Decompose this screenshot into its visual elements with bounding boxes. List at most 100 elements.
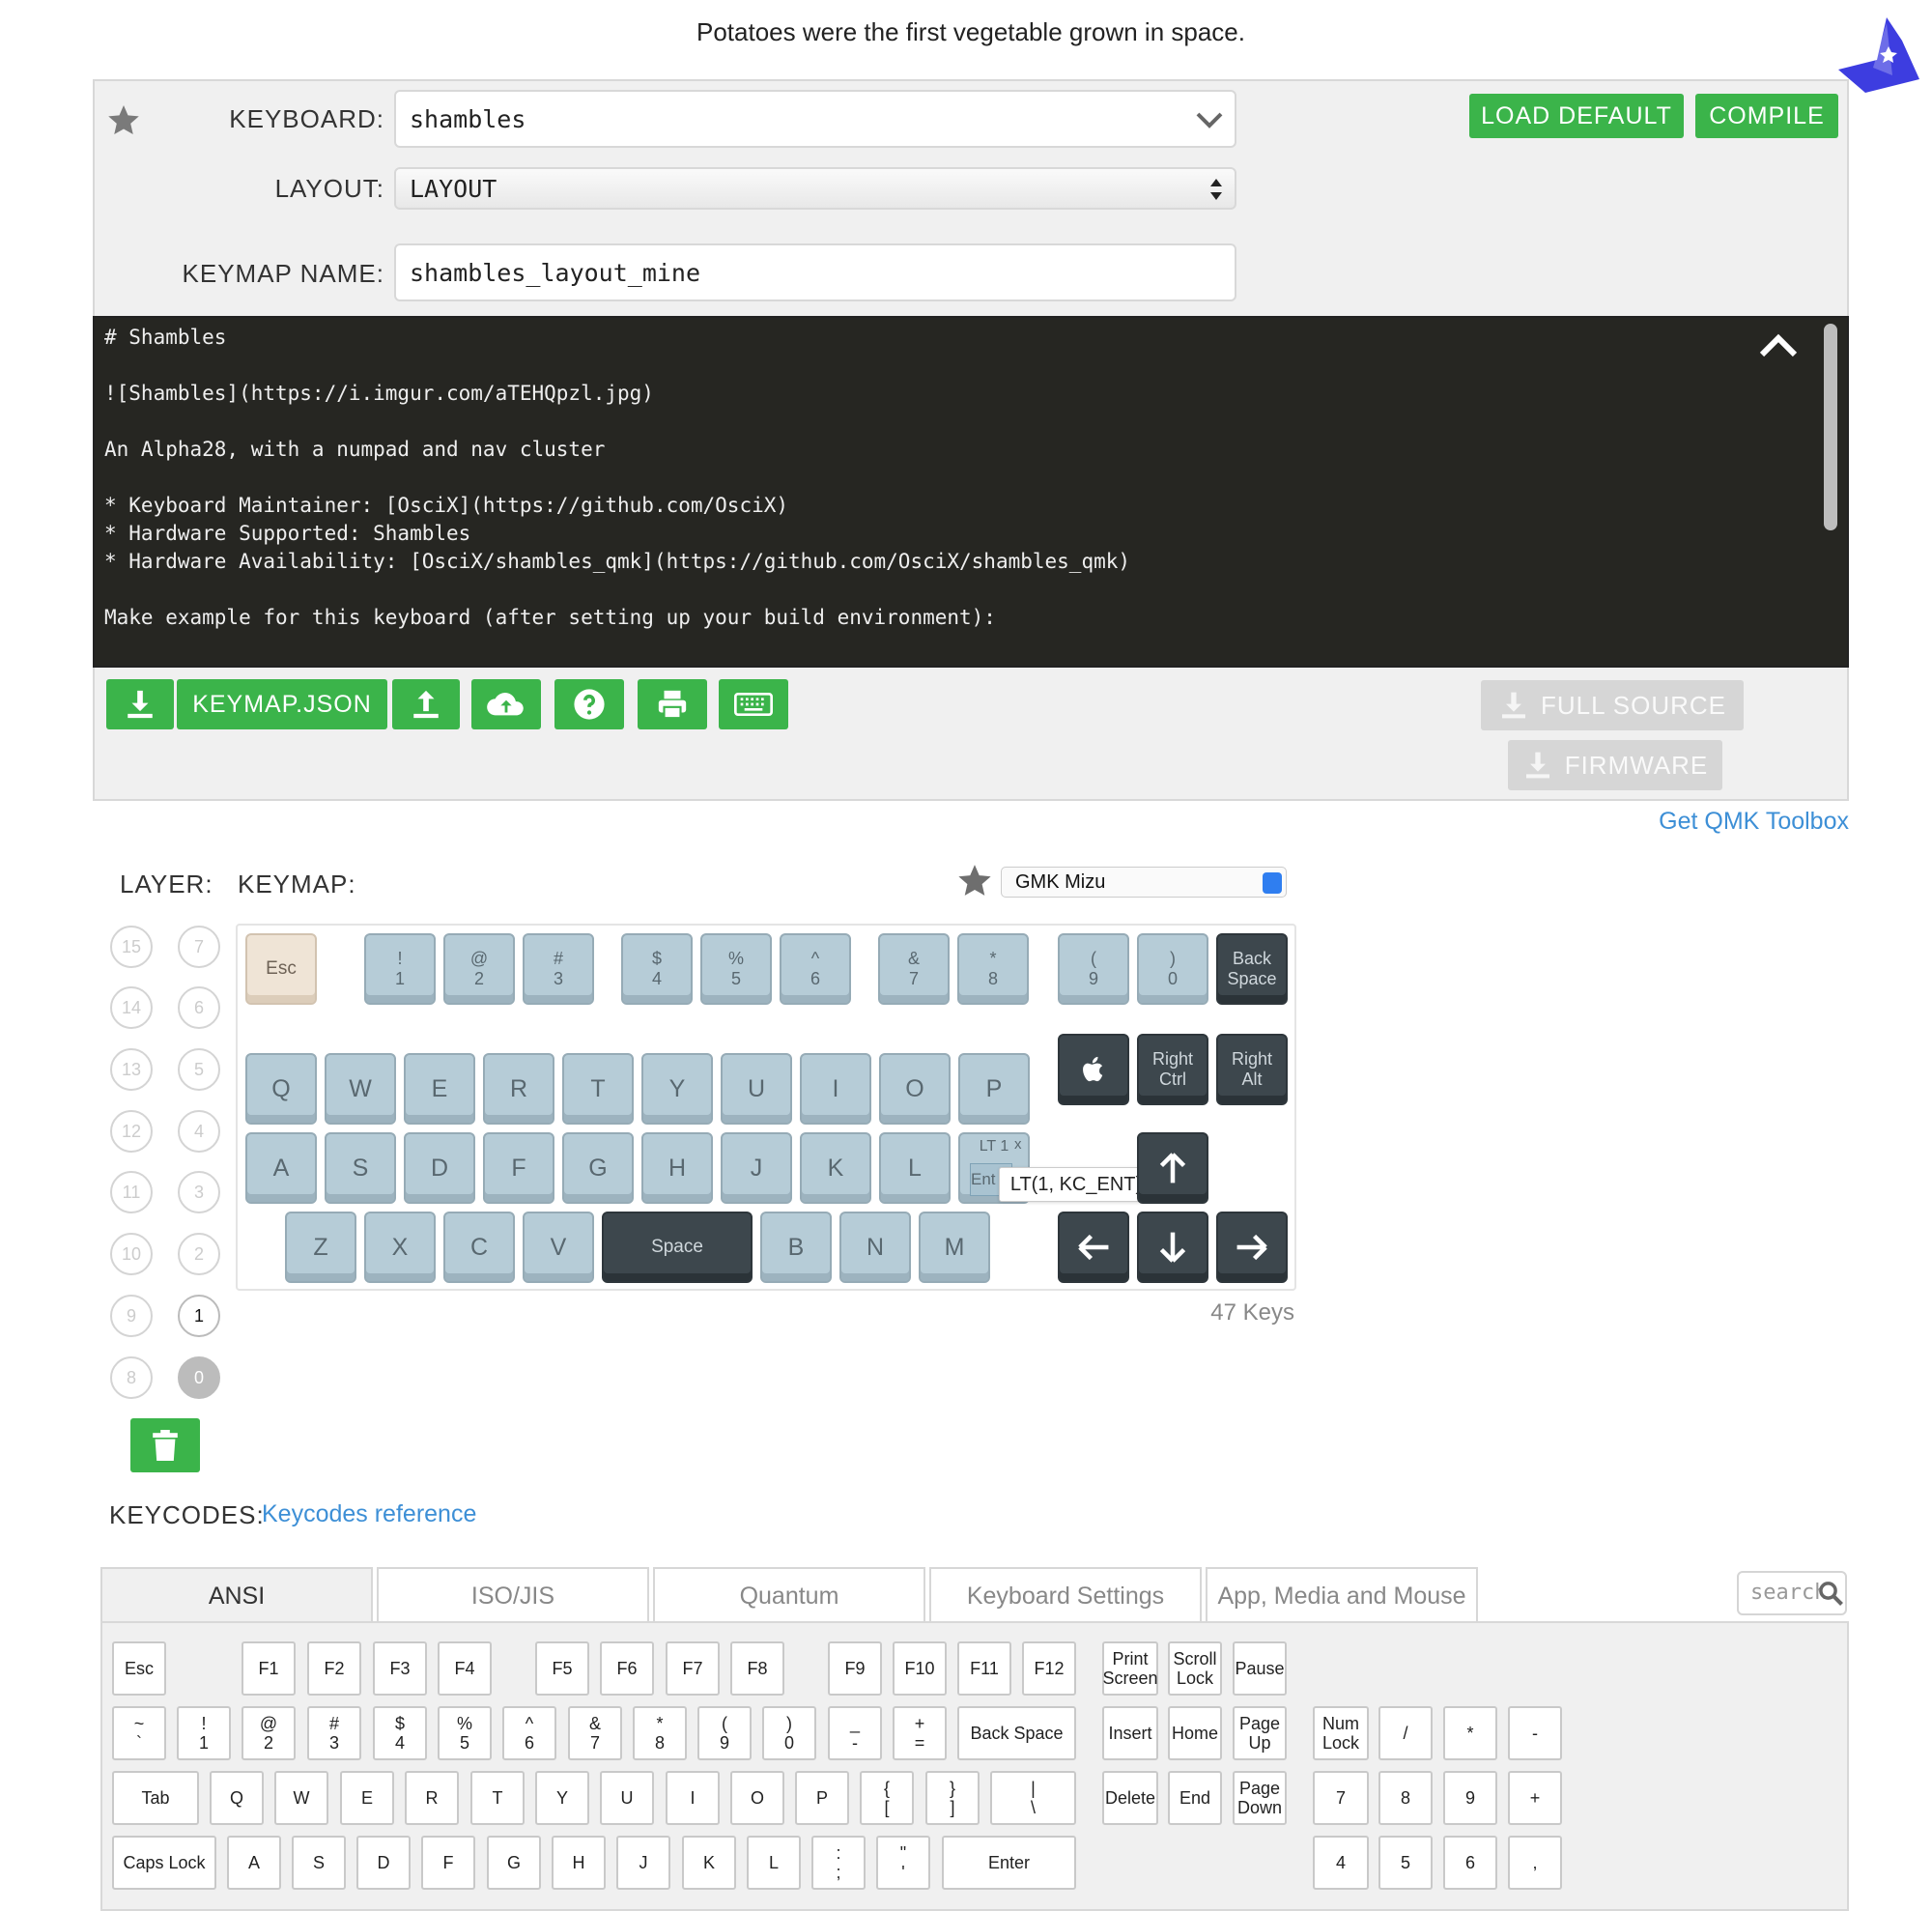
layer-button-2[interactable]: 2 — [178, 1233, 220, 1275]
key-f[interactable]: F — [483, 1132, 554, 1204]
key-gui[interactable] — [1058, 1034, 1129, 1105]
key-arrow-right[interactable] — [1216, 1212, 1288, 1283]
keycode-f4[interactable]: F4 — [438, 1641, 492, 1696]
key-right-ctrl[interactable]: Right Ctrl — [1137, 1034, 1208, 1105]
key-z[interactable]: Z — [285, 1212, 356, 1283]
layer-button-3[interactable]: 3 — [178, 1171, 220, 1213]
keycode-k[interactable]: K — [682, 1836, 736, 1890]
keycode-f2[interactable]: F2 — [307, 1641, 361, 1696]
layer-button-12[interactable]: 12 — [110, 1110, 153, 1153]
keycode-quote[interactable]: " ' — [876, 1836, 930, 1890]
upload-keymap-button[interactable] — [392, 679, 460, 729]
layer-button-14[interactable]: 14 — [110, 986, 153, 1029]
layer-button-9[interactable]: 9 — [110, 1295, 153, 1337]
keycode-3[interactable]: #3 — [307, 1706, 361, 1760]
key-o[interactable]: O — [879, 1053, 951, 1125]
key-t[interactable]: T — [562, 1053, 634, 1125]
key-d[interactable]: D — [404, 1132, 475, 1204]
keycode-kp-7[interactable]: 7 — [1313, 1771, 1369, 1825]
key-j[interactable]: J — [721, 1132, 792, 1204]
layer-button-6[interactable]: 6 — [178, 986, 220, 1029]
keycode-p[interactable]: P — [795, 1771, 849, 1825]
keycode-search-input[interactable]: search — [1737, 1571, 1847, 1615]
keycode-insert[interactable]: Insert — [1102, 1706, 1158, 1760]
layer-button-1[interactable]: 1 — [178, 1295, 220, 1337]
keycode-kp-8[interactable]: 8 — [1378, 1771, 1433, 1825]
tab-ansi[interactable]: ANSI — [100, 1567, 373, 1623]
keycode-7[interactable]: & 7 — [568, 1706, 622, 1760]
key-8[interactable]: * 8 — [957, 933, 1029, 1005]
keycode-kp-4[interactable]: 4 — [1313, 1836, 1369, 1890]
keycode-kp-comma[interactable]: , — [1508, 1836, 1562, 1890]
key-right-alt[interactable]: Right Alt — [1216, 1034, 1288, 1105]
tab-iso-jis[interactable]: ISO/JIS — [377, 1567, 649, 1623]
key-r[interactable]: R — [483, 1053, 554, 1125]
key-k[interactable]: K — [800, 1132, 871, 1204]
keycode-f1[interactable]: F1 — [242, 1641, 296, 1696]
key-q[interactable]: Q — [245, 1053, 317, 1125]
key-c[interactable]: C — [443, 1212, 515, 1283]
keycode-1[interactable]: ! 1 — [177, 1706, 231, 1760]
keycode-delete[interactable]: Delete — [1102, 1771, 1158, 1825]
keycode-i[interactable]: I — [666, 1771, 720, 1825]
keycode-print-screen[interactable]: Print Screen — [1102, 1641, 1158, 1696]
key-7[interactable]: & 7 — [878, 933, 950, 1005]
keymap-json-button[interactable]: KEYMAP.JSON — [177, 679, 387, 729]
keycode-f5[interactable]: F5 — [535, 1641, 589, 1696]
keycodes-reference-link[interactable]: Keycodes reference — [262, 1500, 476, 1528]
load-default-button[interactable]: LOAD DEFAULT — [1469, 94, 1684, 138]
keycode-kp-minus[interactable]: - — [1508, 1706, 1562, 1760]
print-button[interactable] — [638, 679, 707, 729]
keycode-tab[interactable]: Tab — [112, 1771, 199, 1825]
key-m[interactable]: M — [919, 1212, 990, 1283]
keycode-kp-9[interactable]: 9 — [1443, 1771, 1497, 1825]
key-b[interactable]: B — [760, 1212, 832, 1283]
keycode-o[interactable]: O — [730, 1771, 784, 1825]
keycode-left-bracket[interactable]: {[ — [860, 1771, 914, 1825]
key-4[interactable]: $4 — [621, 933, 693, 1005]
readme-scrollbar[interactable] — [1824, 324, 1837, 530]
keycode-caps-lock[interactable]: Caps Lock — [112, 1836, 216, 1890]
keycode-r[interactable]: R — [405, 1771, 459, 1825]
keycode-page-down[interactable]: Page Down — [1233, 1771, 1287, 1825]
key-v[interactable]: V — [523, 1212, 594, 1283]
layer-button-10[interactable]: 10 — [110, 1233, 153, 1275]
keycode-0[interactable]: ) 0 — [762, 1706, 816, 1760]
keycode-t[interactable]: T — [470, 1771, 525, 1825]
compile-button[interactable]: COMPILE — [1695, 94, 1838, 138]
layer-button-11[interactable]: 11 — [110, 1171, 153, 1213]
keycode-minus[interactable]: _ - — [828, 1706, 882, 1760]
layer-button-7[interactable]: 7 — [178, 926, 220, 968]
keycode-2[interactable]: @2 — [242, 1706, 296, 1760]
key-backspace[interactable]: Back Space — [1216, 933, 1288, 1005]
keycode-equal[interactable]: + = — [893, 1706, 947, 1760]
cloud-upload-button[interactable] — [471, 679, 541, 729]
clear-layer-button[interactable] — [130, 1418, 200, 1472]
keycode-l[interactable]: L — [747, 1836, 801, 1890]
key-a[interactable]: A — [245, 1132, 317, 1204]
layer-button-0[interactable]: 0 — [178, 1356, 220, 1399]
key-arrow-down[interactable] — [1137, 1212, 1208, 1283]
keycode-u[interactable]: U — [600, 1771, 654, 1825]
full-source-button[interactable]: FULL SOURCE — [1481, 680, 1744, 730]
keycode-num-lock[interactable]: Num Lock — [1313, 1706, 1369, 1760]
keycode-backspace[interactable]: Back Space — [957, 1706, 1076, 1760]
theme-select[interactable]: GMK Mizu — [1001, 867, 1287, 898]
key-9[interactable]: (9 — [1058, 933, 1129, 1005]
key-u[interactable]: U — [721, 1053, 792, 1125]
theme-favorite-star-icon[interactable] — [956, 862, 993, 898]
keycode-kp-5[interactable]: 5 — [1378, 1836, 1433, 1890]
key-y[interactable]: Y — [641, 1053, 713, 1125]
keycode-pause[interactable]: Pause — [1233, 1641, 1287, 1696]
keymap-name-input[interactable]: shambles_layout_mine — [394, 243, 1236, 301]
keycode-4[interactable]: $4 — [373, 1706, 427, 1760]
keycode-e[interactable]: E — [340, 1771, 394, 1825]
keycode-f9[interactable]: F9 — [828, 1641, 882, 1696]
key-s[interactable]: S — [325, 1132, 396, 1204]
key-6[interactable]: ^ 6 — [780, 933, 851, 1005]
tab-keyboard-settings[interactable]: Keyboard Settings — [929, 1567, 1202, 1623]
keycode-9[interactable]: (9 — [697, 1706, 752, 1760]
keycode-y[interactable]: Y — [535, 1771, 589, 1825]
key-p[interactable]: P — [958, 1053, 1030, 1125]
keycode-kp-plus[interactable]: + — [1508, 1771, 1562, 1825]
